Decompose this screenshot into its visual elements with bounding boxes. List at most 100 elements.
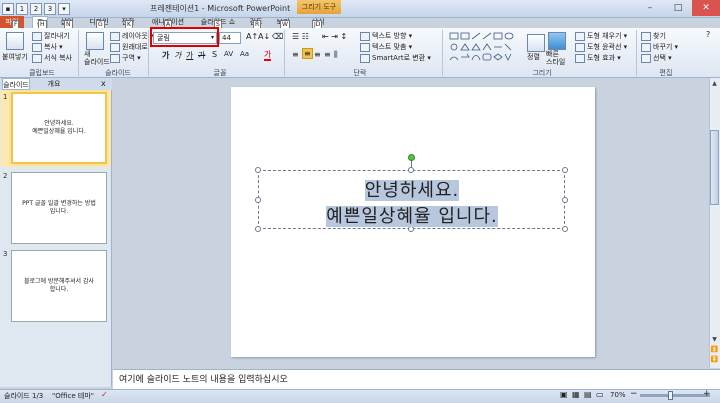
align-text-icon [360,42,370,52]
cursor-icon [641,53,651,63]
paint-bucket-icon [575,31,585,41]
font-input-highlight [150,27,219,47]
vertical-scrollbar[interactable] [709,78,720,368]
qat-dropdown-icon[interactable]: ▾ [58,3,70,15]
new-slide-button[interactable]: 새 슬라이드 [84,50,110,66]
group-divider [442,30,443,76]
maximize-button[interactable]: □ [664,0,692,16]
new-slide-icon[interactable] [86,32,104,50]
align-center-icon[interactable]: ≡ [302,48,313,59]
quick-styles-icon[interactable] [548,32,566,50]
zoom-out-icon[interactable]: − [630,389,638,399]
zoom-in-icon[interactable]: + [703,389,711,399]
paste-button[interactable]: 붙여넣기 [2,52,28,62]
section-button[interactable]: 구역 ▾ [110,53,141,63]
slides-group-label: 슬라이드 [105,69,131,77]
bullets-icon[interactable]: ☰ ☷ [292,32,309,41]
reset-button[interactable]: 원래대로 [110,42,148,52]
tab-slides[interactable]: 슬라이드 [2,78,30,90]
qat-key-3[interactable]: 3 [44,3,56,15]
slide-thumb-2[interactable]: PPT 글꼴 일괄 변경하는 방법 입니다. [11,172,107,244]
font-color-button[interactable]: 가 [264,50,272,61]
indent-icon[interactable]: ⇤ ⇥ ↕ [322,32,347,41]
zoom-slider-knob[interactable] [668,391,673,400]
replace-button[interactable]: 바꾸기 ▾ [641,42,678,52]
align-right-icon[interactable]: ≡ [314,50,321,59]
find-button[interactable]: 찾기 [641,31,666,41]
minimize-button[interactable]: – [636,0,664,16]
cut-button[interactable]: 잘라내기 [32,31,70,41]
slide-thumb-1[interactable]: 안녕하세요. 예쁜일상혜율 입니다. [11,92,107,164]
layout-button[interactable]: 레이아웃 ▾ [110,31,154,41]
align-left-icon[interactable]: ≡ [292,50,299,59]
notes-field[interactable]: 여기에 슬라이드 노트의 내용을 입력하십시오 [113,369,720,389]
resize-handle[interactable] [255,197,261,203]
paste-icon[interactable] [6,32,24,50]
spellcheck-icon[interactable]: ✓ [101,390,108,399]
slideshow-view-icon[interactable]: ▭ [596,390,604,399]
grow-font-icon[interactable]: A↑ [246,32,258,41]
strike-button[interactable]: 가 [198,50,205,61]
font-group-label: 글꼴 [213,69,227,77]
align-text-button[interactable]: 텍스트 맞춤 ▾ [360,42,412,52]
shrink-font-icon[interactable]: A↓ [258,32,270,41]
copy-button[interactable]: 복사 ▾ [32,42,63,52]
slide-text-line-1[interactable]: 안녕하세요. [262,176,562,202]
italic-button[interactable]: 가 [174,50,181,61]
pen-icon [575,42,585,52]
close-button[interactable]: ✕ [692,0,720,16]
next-slide-icon[interactable]: ⏬ [710,356,719,363]
sorter-view-icon[interactable]: ▦ [572,390,580,399]
resize-handle[interactable] [408,167,414,173]
save-icon[interactable]: ▪ [2,3,14,15]
arrange-button[interactable]: 정렬 [527,52,540,62]
justify-icon[interactable]: ≡ [324,50,331,59]
normal-view-icon[interactable]: ▣ [560,390,568,399]
arrange-icon[interactable] [527,34,545,52]
scrollbar-thumb[interactable] [710,130,719,205]
slide-thumb-3[interactable]: 블로그에 방문해주셔서 감사 합니다. [11,250,107,322]
text-direction-button[interactable]: 텍스트 방향 ▾ [360,31,412,41]
help-icon[interactable]: ? [706,30,710,39]
shape-effects-button[interactable]: 도형 효과 ▾ [575,53,621,63]
ribbon-tabs: 파일 홈 삽입 디자인 전환 애니메이션 슬라이드 쇼 검토 보기 서식 F H… [0,16,720,29]
resize-handle[interactable] [255,167,261,173]
format-painter-button[interactable]: 서식 복사 [32,53,72,63]
quick-styles-button[interactable]: 빠른 스타일 [546,50,565,66]
zoom-level[interactable]: 70% [610,391,626,399]
shapes-gallery[interactable] [448,31,522,65]
effects-icon [575,53,585,63]
close-icon[interactable]: x [101,79,106,88]
underline-button[interactable]: 가 [186,50,193,61]
shape-outline-button[interactable]: 도형 윤곽선 ▾ [575,42,627,52]
clear-format-icon[interactable]: ⌫ [272,32,283,41]
window-title: 프레젠테이션1 - Microsoft PowerPoint [150,4,291,13]
copy-icon [32,42,42,52]
shape-fill-button[interactable]: 도형 채우기 ▾ [575,31,627,41]
resize-handle[interactable] [562,197,568,203]
resize-handle[interactable] [255,226,261,232]
slide-text-line-2[interactable]: 예쁜일상혜율 입니다. [262,202,562,228]
zoom-slider[interactable] [640,394,710,397]
smartart-icon [360,53,370,63]
select-button[interactable]: 선택 ▾ [641,53,672,63]
resize-handle[interactable] [562,226,568,232]
bold-button[interactable]: 가 [162,50,169,61]
scroll-down-icon[interactable]: ▼ [710,336,719,343]
char-spacing-button[interactable]: AV [224,50,233,58]
shadow-button[interactable]: S [212,50,217,59]
qat-key-2[interactable]: 2 [30,3,42,15]
change-case-button[interactable]: Aa [240,50,249,58]
scroll-up-icon[interactable]: ▲ [710,80,719,87]
resize-handle[interactable] [562,167,568,173]
reading-view-icon[interactable]: ▤ [584,390,592,399]
thumb-text: PPT 글꼴 일괄 변경하는 방법 [22,200,96,207]
columns-icon[interactable]: ⫼ [334,50,338,60]
font-size-input[interactable]: 44 [219,32,241,44]
tab-outline[interactable]: 개요 [40,78,68,90]
rotate-handle[interactable] [408,154,415,161]
smartart-button[interactable]: SmartArt로 변환 ▾ [360,53,431,63]
qat-key-1[interactable]: 1 [16,3,28,15]
prev-slide-icon[interactable]: ⏫ [710,346,719,353]
thumb-text: 블로그에 방문해주셔서 감사 [23,278,95,285]
